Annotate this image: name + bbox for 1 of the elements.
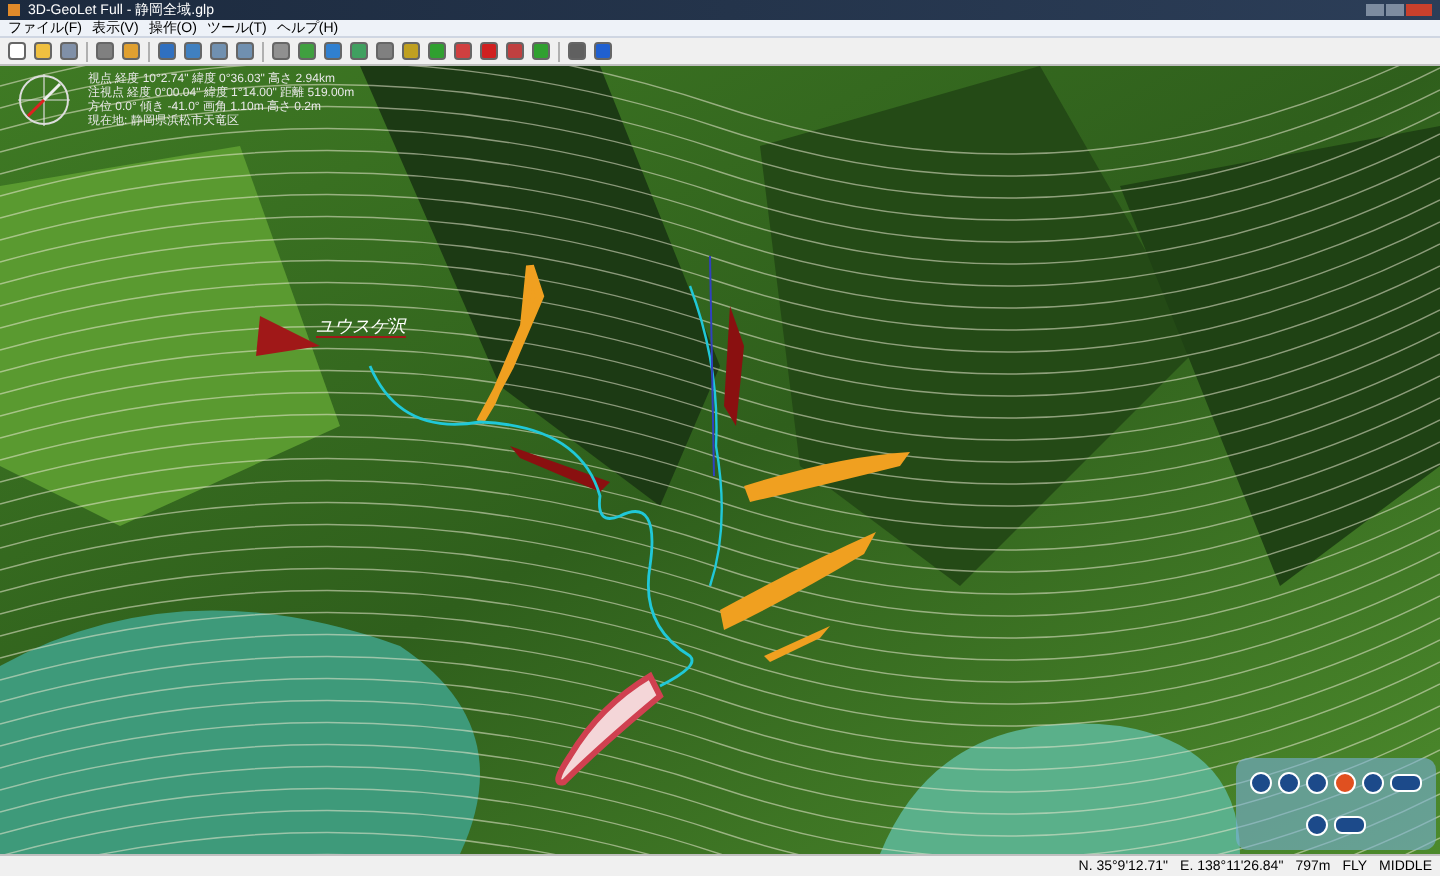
map-label: ユウスゲ沢 bbox=[316, 318, 406, 338]
